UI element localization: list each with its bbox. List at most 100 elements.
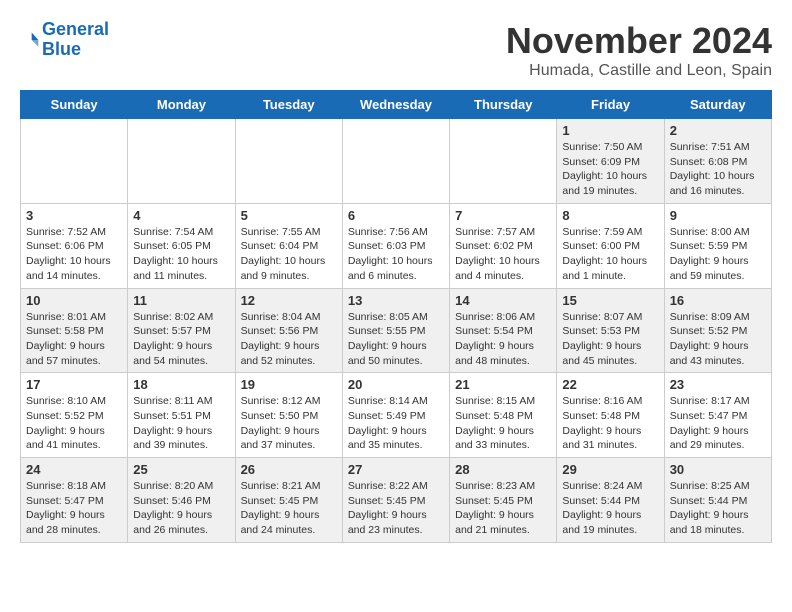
calendar-cell: 21Sunrise: 8:15 AM Sunset: 5:48 PM Dayli…	[450, 373, 557, 458]
day-info: Sunrise: 8:23 AM Sunset: 5:45 PM Dayligh…	[455, 479, 551, 538]
calendar-cell: 29Sunrise: 8:24 AM Sunset: 5:44 PM Dayli…	[557, 458, 664, 543]
calendar-cell: 30 Sunrise: 8:25 AM Sunset: 5:44 PM Dayli…	[664, 458, 771, 543]
day-info: Sunrise: 8:06 AM Sunset: 5:54 PM Dayligh…	[455, 310, 551, 369]
logo-icon	[20, 30, 40, 50]
day-number: 8	[562, 208, 658, 223]
day-number: 4	[133, 208, 229, 223]
calendar-cell: 8 Sunrise: 7:59 AM Sunset: 6:00 PM Daylig…	[557, 203, 664, 288]
day-number: 25	[133, 462, 229, 477]
day-info: Sunrise: 7:59 AM Sunset: 6:00 PM Dayligh…	[562, 225, 658, 284]
day-info: Sunrise: 7:55 AM Sunset: 6:04 PM Dayligh…	[241, 225, 337, 284]
calendar-cell: 24 Sunrise: 8:18 AM Sunset: 5:47 PM Dayli…	[21, 458, 128, 543]
calendar-week-3: 10Sunrise: 8:01 AM Sunset: 5:58 PM Dayli…	[21, 288, 772, 373]
day-info: Sunrise: 8:16 AM Sunset: 5:48 PM Dayligh…	[562, 394, 658, 453]
day-number: 2	[670, 123, 766, 138]
day-number: 13	[348, 293, 444, 308]
day-number: 20	[348, 377, 444, 392]
calendar-cell: 12 Sunrise: 8:04 AM Sunset: 5:56 PM Dayli…	[235, 288, 342, 373]
day-number: 23	[670, 377, 766, 392]
calendar-cell	[450, 119, 557, 204]
day-number: 1	[562, 123, 658, 138]
calendar-cell: 27 Sunrise: 8:22 AM Sunset: 5:45 PM Dayli…	[342, 458, 449, 543]
day-info: Sunrise: 8:05 AM Sunset: 5:55 PM Dayligh…	[348, 310, 444, 369]
day-info: Sunrise: 8:00 AM Sunset: 5:59 PM Dayligh…	[670, 225, 766, 284]
logo: General Blue	[20, 20, 109, 60]
day-number: 6	[348, 208, 444, 223]
calendar-cell: 7Sunrise: 7:57 AM Sunset: 6:02 PM Daylig…	[450, 203, 557, 288]
calendar-cell: 17 Sunrise: 8:10 AM Sunset: 5:52 PM Dayli…	[21, 373, 128, 458]
day-info: Sunrise: 7:52 AM Sunset: 6:06 PM Dayligh…	[26, 225, 122, 284]
day-number: 22	[562, 377, 658, 392]
day-info: Sunrise: 8:02 AM Sunset: 5:57 PM Dayligh…	[133, 310, 229, 369]
calendar-week-1: 1 Sunrise: 7:50 AM Sunset: 6:09 PM Daylig…	[21, 119, 772, 204]
location: Humada, Castille and Leon, Spain	[506, 62, 772, 80]
day-info: Sunrise: 7:54 AM Sunset: 6:05 PM Dayligh…	[133, 225, 229, 284]
day-info: Sunrise: 8:24 AM Sunset: 5:44 PM Dayligh…	[562, 479, 658, 538]
day-info: Sunrise: 8:12 AM Sunset: 5:50 PM Dayligh…	[241, 394, 337, 453]
calendar-week-2: 3Sunrise: 7:52 AM Sunset: 6:06 PM Daylig…	[21, 203, 772, 288]
logo-line2: Blue	[42, 39, 81, 59]
day-info: Sunrise: 8:07 AM Sunset: 5:53 PM Dayligh…	[562, 310, 658, 369]
weekday-header-thursday: Thursday	[450, 91, 557, 119]
calendar-table: SundayMondayTuesdayWednesdayThursdayFrid…	[20, 90, 772, 543]
day-info: Sunrise: 8:22 AM Sunset: 5:45 PM Dayligh…	[348, 479, 444, 538]
day-info: Sunrise: 8:18 AM Sunset: 5:47 PM Dayligh…	[26, 479, 122, 538]
calendar-cell: 6 Sunrise: 7:56 AM Sunset: 6:03 PM Daylig…	[342, 203, 449, 288]
day-number: 17	[26, 377, 122, 392]
day-info: Sunrise: 7:50 AM Sunset: 6:09 PM Dayligh…	[562, 140, 658, 199]
calendar-cell: 20 Sunrise: 8:14 AM Sunset: 5:49 PM Dayli…	[342, 373, 449, 458]
day-info: Sunrise: 8:14 AM Sunset: 5:49 PM Dayligh…	[348, 394, 444, 453]
calendar-cell: 19 Sunrise: 8:12 AM Sunset: 5:50 PM Dayli…	[235, 373, 342, 458]
calendar-cell	[342, 119, 449, 204]
day-info: Sunrise: 8:25 AM Sunset: 5:44 PM Dayligh…	[670, 479, 766, 538]
day-info: Sunrise: 8:20 AM Sunset: 5:46 PM Dayligh…	[133, 479, 229, 538]
calendar-cell	[128, 119, 235, 204]
day-info: Sunrise: 8:09 AM Sunset: 5:52 PM Dayligh…	[670, 310, 766, 369]
weekday-header-friday: Friday	[557, 91, 664, 119]
day-number: 18	[133, 377, 229, 392]
calendar-cell: 25 Sunrise: 8:20 AM Sunset: 5:46 PM Dayli…	[128, 458, 235, 543]
day-number: 19	[241, 377, 337, 392]
calendar-cell: 28 Sunrise: 8:23 AM Sunset: 5:45 PM Dayli…	[450, 458, 557, 543]
day-number: 27	[348, 462, 444, 477]
day-number: 12	[241, 293, 337, 308]
weekday-header-wednesday: Wednesday	[342, 91, 449, 119]
calendar-week-4: 17 Sunrise: 8:10 AM Sunset: 5:52 PM Dayli…	[21, 373, 772, 458]
calendar-cell: 4 Sunrise: 7:54 AM Sunset: 6:05 PM Daylig…	[128, 203, 235, 288]
calendar-cell: 2 Sunrise: 7:51 AM Sunset: 6:08 PM Daylig…	[664, 119, 771, 204]
title-block: November 2024 Humada, Castille and Leon,…	[506, 20, 772, 80]
day-info: Sunrise: 8:21 AM Sunset: 5:45 PM Dayligh…	[241, 479, 337, 538]
day-info: Sunrise: 8:04 AM Sunset: 5:56 PM Dayligh…	[241, 310, 337, 369]
calendar-header: SundayMondayTuesdayWednesdayThursdayFrid…	[21, 91, 772, 119]
calendar-cell: 9Sunrise: 8:00 AM Sunset: 5:59 PM Daylig…	[664, 203, 771, 288]
calendar-cell: 3Sunrise: 7:52 AM Sunset: 6:06 PM Daylig…	[21, 203, 128, 288]
day-number: 16	[670, 293, 766, 308]
day-info: Sunrise: 8:11 AM Sunset: 5:51 PM Dayligh…	[133, 394, 229, 453]
day-info: Sunrise: 7:56 AM Sunset: 6:03 PM Dayligh…	[348, 225, 444, 284]
calendar-cell	[21, 119, 128, 204]
day-number: 5	[241, 208, 337, 223]
weekday-header-monday: Monday	[128, 91, 235, 119]
day-number: 10	[26, 293, 122, 308]
weekday-header-saturday: Saturday	[664, 91, 771, 119]
page-header: General Blue November 2024 Humada, Casti…	[20, 20, 772, 80]
calendar-cell: 13 Sunrise: 8:05 AM Sunset: 5:55 PM Dayli…	[342, 288, 449, 373]
day-number: 30	[670, 462, 766, 477]
calendar-week-5: 24 Sunrise: 8:18 AM Sunset: 5:47 PM Dayli…	[21, 458, 772, 543]
day-number: 24	[26, 462, 122, 477]
calendar-cell: 16 Sunrise: 8:09 AM Sunset: 5:52 PM Dayli…	[664, 288, 771, 373]
day-number: 28	[455, 462, 551, 477]
day-info: Sunrise: 8:10 AM Sunset: 5:52 PM Dayligh…	[26, 394, 122, 453]
calendar-cell: 22 Sunrise: 8:16 AM Sunset: 5:48 PM Dayli…	[557, 373, 664, 458]
weekday-header-sunday: Sunday	[21, 91, 128, 119]
day-number: 11	[133, 293, 229, 308]
day-number: 21	[455, 377, 551, 392]
day-info: Sunrise: 7:51 AM Sunset: 6:08 PM Dayligh…	[670, 140, 766, 199]
month-title: November 2024	[506, 20, 772, 62]
calendar-cell: 10Sunrise: 8:01 AM Sunset: 5:58 PM Dayli…	[21, 288, 128, 373]
calendar-cell: 18 Sunrise: 8:11 AM Sunset: 5:51 PM Dayli…	[128, 373, 235, 458]
calendar-cell: 5 Sunrise: 7:55 AM Sunset: 6:04 PM Daylig…	[235, 203, 342, 288]
weekday-header-row: SundayMondayTuesdayWednesdayThursdayFrid…	[21, 91, 772, 119]
calendar-cell	[235, 119, 342, 204]
day-info: Sunrise: 8:17 AM Sunset: 5:47 PM Dayligh…	[670, 394, 766, 453]
